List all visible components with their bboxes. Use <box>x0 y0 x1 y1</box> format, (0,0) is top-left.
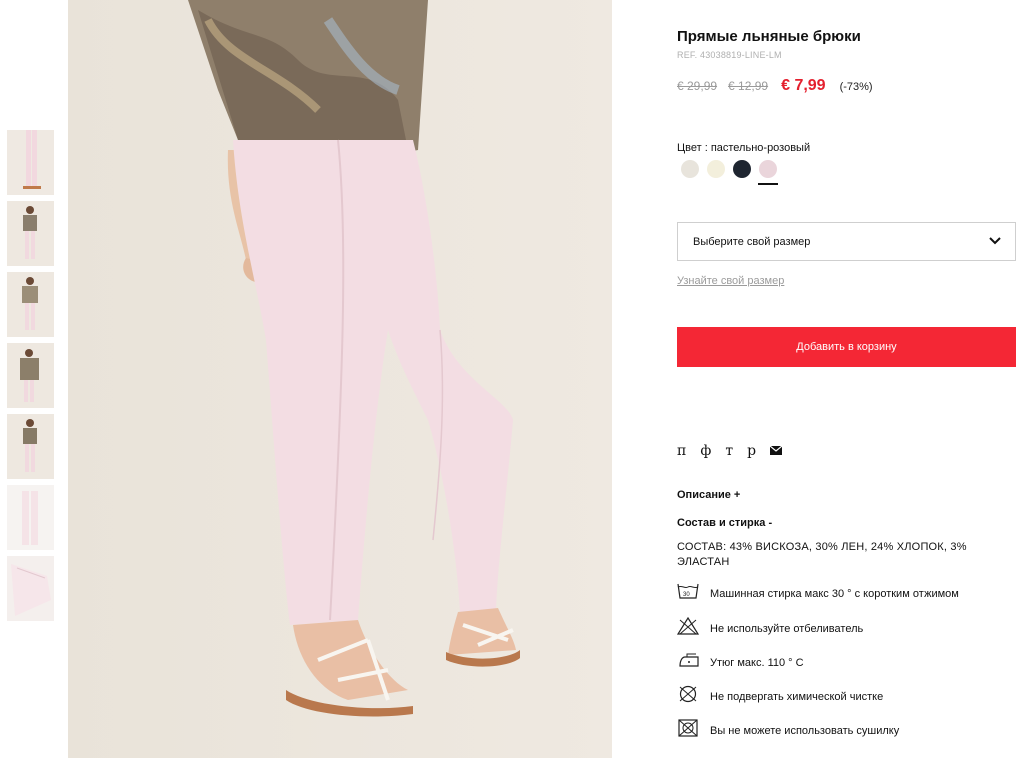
care-item-bleach: Не используйте отбеливатель <box>676 616 864 640</box>
add-to-cart-button[interactable]: Добавить в корзину <box>677 327 1016 367</box>
price-block: € 29,99 € 12,99 € 7,99 (-73%) <box>677 77 873 95</box>
composition-toggle[interactable]: Состав и стирка - <box>677 517 772 529</box>
thumbnail-list <box>7 130 54 627</box>
description-toggle[interactable]: Описание + <box>677 489 740 501</box>
svg-text:30: 30 <box>683 592 690 598</box>
product-main-image[interactable] <box>68 0 612 758</box>
no-tumble-dry-icon <box>677 719 699 742</box>
care-text-wash: Машинная стирка макс 30 ° с коротким отж… <box>710 587 959 600</box>
envelope-icon[interactable] <box>769 443 783 459</box>
share-icons: п ф т р <box>677 443 796 459</box>
thumbnail-3[interactable] <box>7 272 54 337</box>
facebook-icon[interactable]: ф <box>700 443 711 459</box>
product-ref: REF. 43038819-LINE-LM <box>677 50 782 60</box>
swatch-cream[interactable] <box>707 160 725 178</box>
iron-110-icon <box>677 651 699 674</box>
thumbnail-2[interactable] <box>7 201 54 266</box>
sale-price: € 7,99 <box>781 77 826 94</box>
care-item-dry-clean: Не подвергать химической чистке <box>677 685 883 708</box>
original-price: € 29,99 <box>677 79 718 93</box>
care-text-bleach: Не используйте отбеливатель <box>710 622 864 635</box>
color-label: Цвет : пастельно-розовый <box>677 142 811 154</box>
care-text-iron: Утюг макс. 110 ° C <box>710 656 804 669</box>
no-dry-clean-icon <box>677 685 699 708</box>
care-item-iron: Утюг макс. 110 ° C <box>677 651 804 674</box>
pinterest-icon[interactable]: п <box>677 443 686 459</box>
chevron-down-icon <box>989 236 1001 248</box>
care-text-tumble-dry: Вы не можете использовать сушилку <box>710 724 900 737</box>
thumbnail-1[interactable] <box>7 130 54 195</box>
care-item-tumble-dry: Вы не можете использовать сушилку <box>677 719 899 742</box>
product-title: Прямые льняные брюки <box>677 28 861 45</box>
wash-30-icon: 30 <box>677 582 699 605</box>
composition-text: СОСТАВ: 43% ВИСКОЗА, 30% ЛЕН, 24% ХЛОПОК… <box>677 541 967 568</box>
color-swatches <box>681 160 785 185</box>
swatch-pastel-pink[interactable] <box>758 160 778 185</box>
size-select-placeholder: Выберите свой размер <box>693 235 811 248</box>
discount-badge: (-73%) <box>839 81 873 93</box>
size-select[interactable]: Выберите свой размер <box>677 222 1016 261</box>
twitter-icon[interactable]: т <box>725 443 733 459</box>
swatch-navy[interactable] <box>733 160 751 178</box>
swatch-beige[interactable] <box>681 160 699 178</box>
reddit-icon[interactable]: р <box>747 443 756 459</box>
thumbnail-4[interactable] <box>7 343 54 408</box>
thumbnail-7[interactable] <box>7 556 54 621</box>
care-item-wash: 30 Машинная стирка макс 30 ° с коротким … <box>677 582 959 605</box>
care-text-dry-clean: Не подвергать химической чистке <box>710 690 884 703</box>
no-bleach-icon <box>676 616 700 640</box>
thumbnail-6[interactable] <box>7 485 54 550</box>
size-guide-link[interactable]: Узнайте свой размер <box>677 275 784 287</box>
thumbnail-5[interactable] <box>7 414 54 479</box>
previous-price: € 12,99 <box>728 79 769 93</box>
